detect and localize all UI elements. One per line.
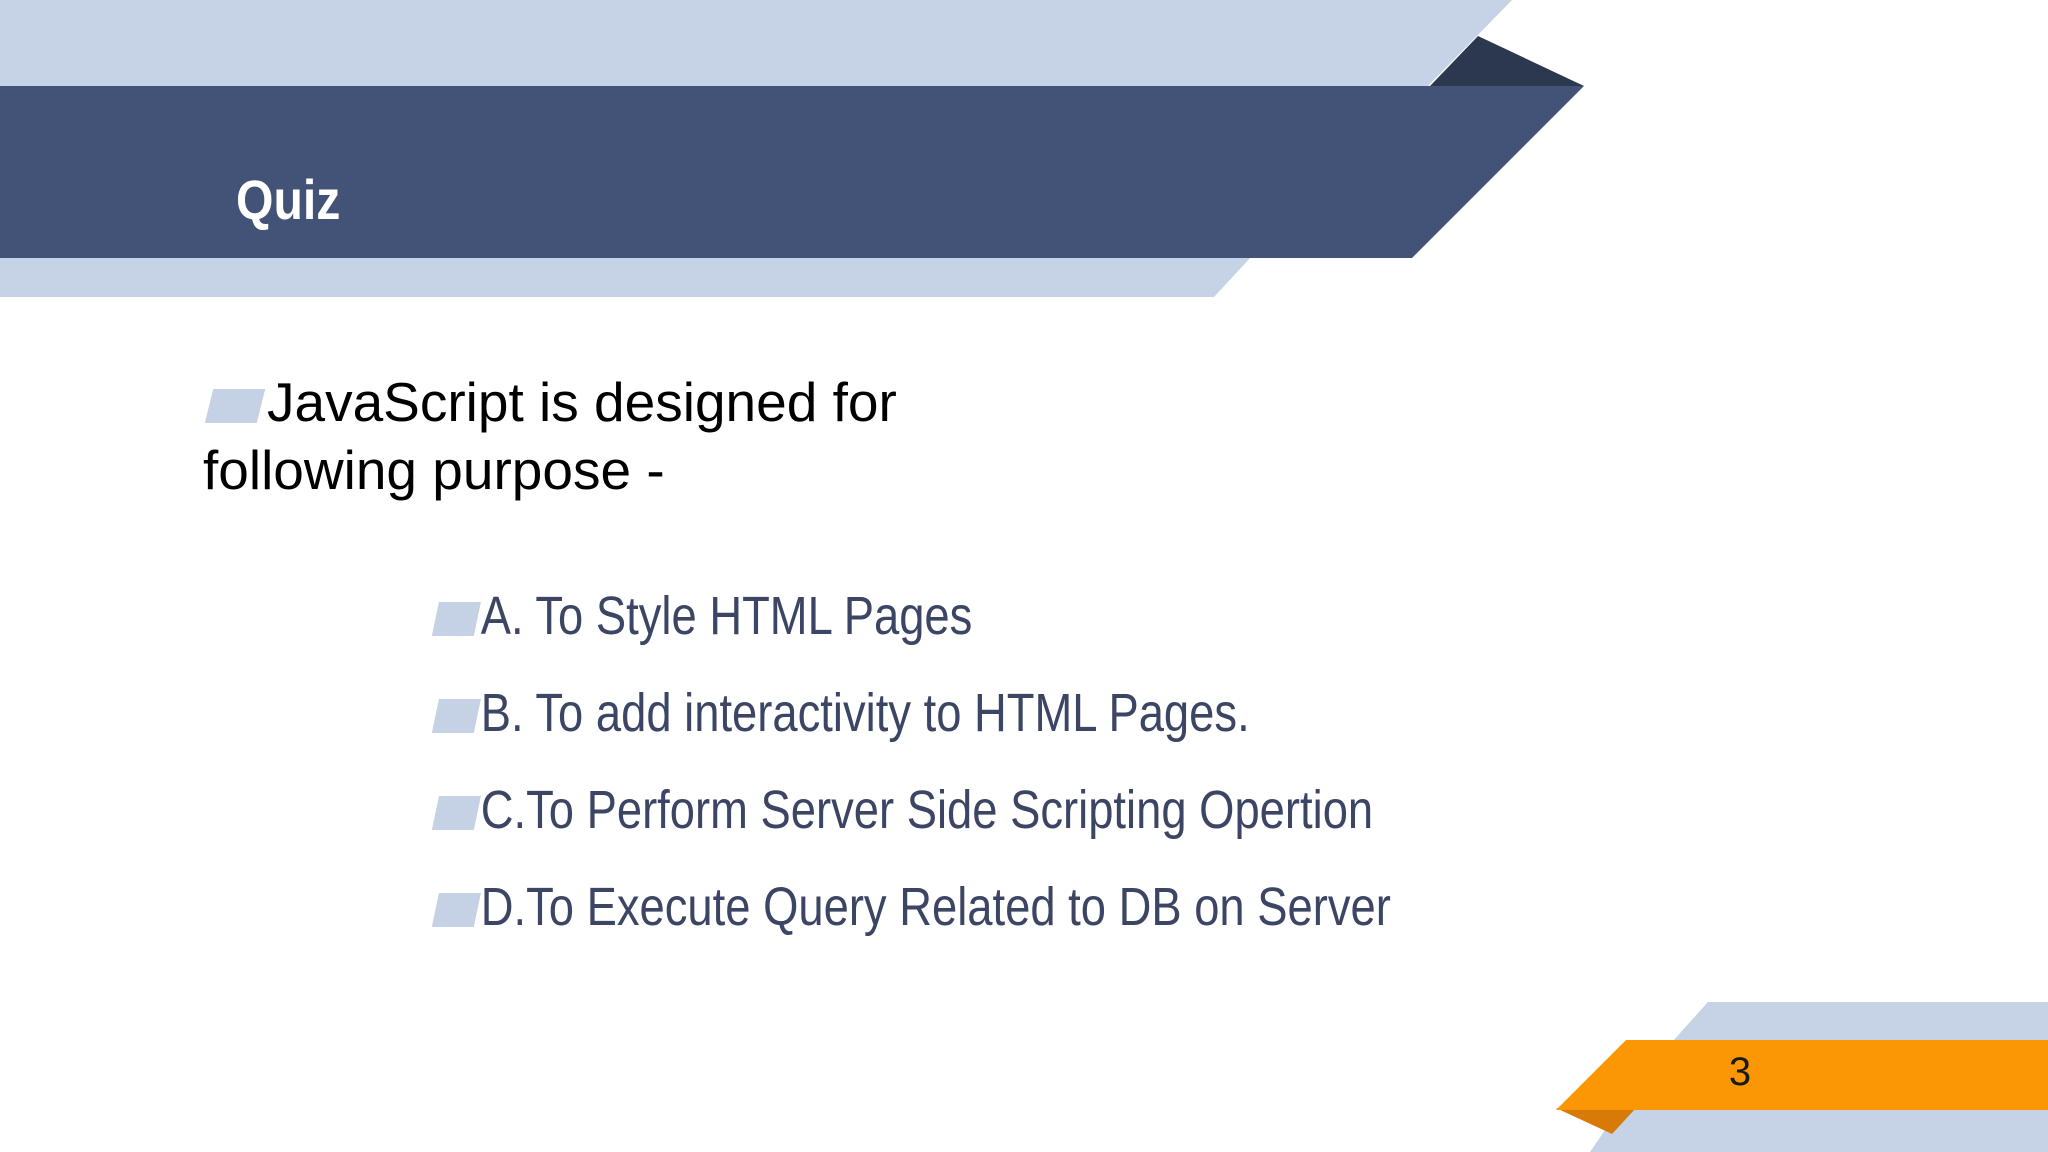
answer-option-a: A. To Style HTML Pages [431,576,1391,673]
question-text-block: JavaScript is designed for following pur… [203,368,1103,504]
question-text: JavaScript is designed for following pur… [203,371,897,501]
answer-option-text: C.To Perform Server Side Scripting Opert… [480,780,1374,840]
header-top-light-band [0,0,1512,86]
answer-options-list: A. To Style HTML Pages B. To add interac… [431,576,1574,964]
bullet-icon [431,796,481,830]
bullet-icon [431,602,481,636]
header-bottom-light-band [0,256,1252,297]
bullet-icon [204,389,266,423]
bullet-icon [431,893,481,927]
bullet-icon [431,699,481,733]
slide: Quiz JavaScript is designed for followin… [0,0,2048,1152]
answer-option-text: B. To add interactivity to HTML Pages. [480,683,1250,743]
footer-orange-band [1556,1040,2048,1110]
footer-light-band-top [1672,1002,2048,1042]
answer-option-b: B. To add interactivity to HTML Pages. [431,673,1391,770]
answer-option-text: A. To Style HTML Pages [480,586,973,646]
footer-light-band-bottom [1590,1108,2048,1152]
answer-option-text: D.To Execute Query Related to DB on Serv… [480,877,1391,937]
answer-option-c: C.To Perform Server Side Scripting Opert… [431,770,1391,867]
page-number: 3 [1728,1050,1752,1094]
answer-option-d: D.To Execute Query Related to DB on Serv… [431,867,1391,964]
slide-title: Quiz [236,168,341,231]
